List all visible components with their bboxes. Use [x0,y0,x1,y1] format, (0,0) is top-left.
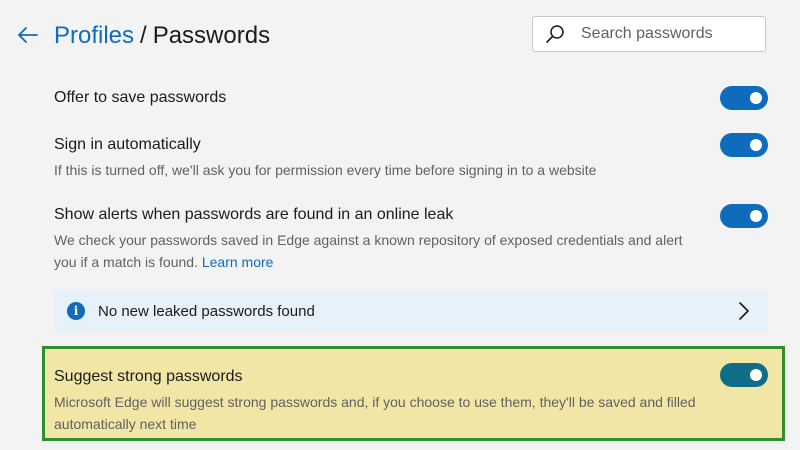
leak-alerts-toggle[interactable] [720,204,768,228]
breadcrumb-profiles-link[interactable]: Profiles [54,22,134,49]
passwords-settings-page: Profiles/Passwords Offer to save passwor… [0,0,800,450]
suggest-strong-passwords-toggle[interactable] [720,363,768,387]
search-icon [545,24,565,44]
offer-to-save-toggle[interactable] [720,86,768,110]
back-button[interactable] [14,22,42,48]
breadcrumb-separator: / [140,22,147,49]
search-input[interactable] [579,24,763,44]
setting-title: Sign in automatically [54,136,201,153]
setting-leak-alerts: Show alerts when passwords are found in … [54,204,768,273]
setting-title: Suggest strong passwords [54,368,243,385]
toggle-knob [750,369,762,381]
learn-more-link[interactable]: Learn more [202,254,274,270]
search-box[interactable] [532,16,766,52]
toggle-knob [750,92,762,104]
leaked-passwords-banner[interactable]: i No new leaked passwords found [54,290,768,332]
setting-sign-in-automatically: Sign in automatically If this is turned … [54,134,768,181]
toggle-knob [750,210,762,222]
setting-description: Microsoft Edge will suggest strong passw… [54,394,696,432]
toggle-knob [750,139,762,151]
sign-in-automatically-toggle[interactable] [720,133,768,157]
setting-title: Offer to save passwords [54,89,227,106]
setting-description: If this is turned off, we'll ask you for… [54,162,597,178]
setting-description-text: We check your passwords saved in Edge ag… [54,232,683,270]
setting-suggest-strong-passwords: Suggest strong passwords Microsoft Edge … [54,366,768,435]
breadcrumb-current: Passwords [152,22,271,49]
page-title: Profiles / Passwords [54,19,270,53]
setting-description: We check your passwords saved in Edge ag… [54,229,704,273]
arrow-left-icon [18,27,38,43]
setting-title: Show alerts when passwords are found in … [54,206,454,223]
chevron-right-icon[interactable] [734,301,754,321]
leaked-passwords-status: No new leaked passwords found [98,302,315,320]
setting-offer-to-save: Offer to save passwords [54,87,768,109]
info-icon: i [67,302,85,320]
